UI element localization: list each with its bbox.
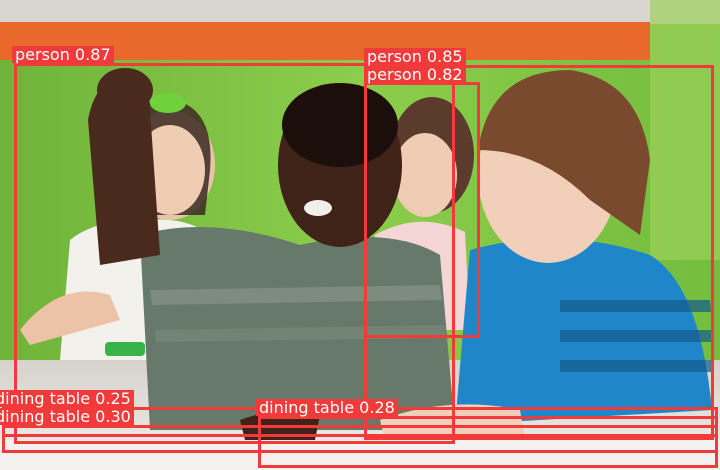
label-dining-table-0.25: dining table 0.25 — [0, 390, 134, 407]
detection-box-person-0.82 — [364, 82, 480, 338]
upper-wall — [0, 0, 720, 24]
detection-scene: person 0.87 person 0.85 person 0.82 dini… — [0, 0, 720, 470]
label-person-0.82: person 0.82 — [364, 66, 466, 83]
label-person-0.85: person 0.85 — [364, 48, 466, 65]
detection-box-dining-table-0.28 — [258, 416, 718, 468]
label-dining-table-0.30: dining table 0.30 — [0, 408, 134, 425]
label-person-0.87: person 0.87 — [12, 46, 114, 63]
label-dining-table-0.28: dining table 0.28 — [256, 399, 398, 416]
